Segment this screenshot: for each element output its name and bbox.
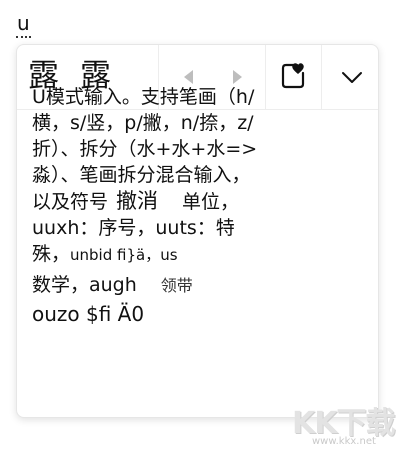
help-line: uuxh：序号，uuts：特	[32, 217, 235, 239]
help-text: 以及符号	[32, 191, 109, 213]
help-text: 殊，	[32, 243, 71, 265]
help-text: 领带	[160, 276, 193, 295]
watermark: KK下载 www.kkx.net	[292, 398, 400, 448]
help-content: U模式输入。支持笔画（h/ 横，s/竖，p/撇，n/捺，z/ 折）、拆分（水+水…	[32, 84, 344, 327]
help-line: 殊，unbid fi}ä，us	[32, 241, 344, 268]
help-line: 淼）、笔画拆分混合输入，	[32, 164, 251, 186]
help-line: 数学，augh 领带	[32, 272, 344, 299]
ime-candidate-page: u 露 露 U模式输入。支持笔画（h/ 横，s/竖，p/撇，n/捺，z/ 折）、…	[0, 0, 405, 452]
help-line: ouzo $fi Ä0	[32, 302, 145, 326]
composition-text: u	[16, 10, 31, 38]
help-line: 横，s/竖，p/撇，n/捺，z/	[32, 112, 254, 134]
watermark-url: www.kkx.net	[312, 436, 376, 447]
help-text: unbid fi}ä，us	[70, 246, 178, 264]
help-text: 数学，augh	[32, 274, 137, 296]
undo-symbol: 撤消	[116, 189, 159, 213]
help-line: U模式输入。支持笔画（h/	[32, 86, 255, 108]
help-line: 折）、拆分（水+水+水=>	[32, 138, 258, 160]
help-text: 单位，	[182, 191, 240, 213]
help-line: 以及符号 撤消 单位，	[32, 188, 344, 215]
